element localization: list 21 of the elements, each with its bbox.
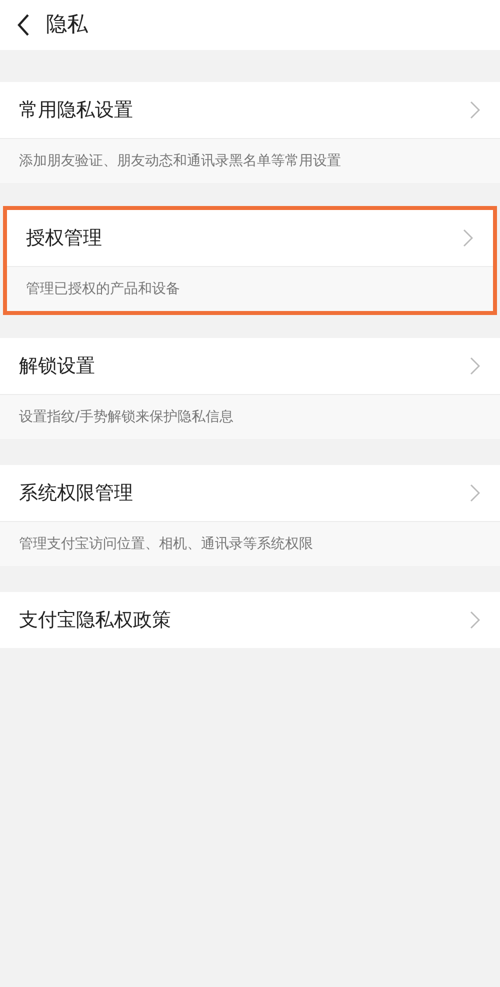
chevron-right-icon bbox=[463, 229, 473, 247]
row-title: 常用隐私设置 bbox=[19, 98, 133, 123]
row-title: 系统权限管理 bbox=[19, 480, 133, 506]
row-description: 设置指纹/手势解锁来保护隐私信息 bbox=[19, 408, 234, 426]
settings-row[interactable]: 系统权限管理 bbox=[0, 465, 500, 521]
row-description: 管理支付宝访问位置、相机、通讯录等系统权限 bbox=[19, 534, 313, 554]
chevron-right-icon bbox=[470, 357, 480, 375]
chevron-right-icon bbox=[470, 611, 480, 629]
settings-row[interactable]: 解锁设置 bbox=[0, 338, 500, 394]
settings-row[interactable]: 支付宝隐私权政策 bbox=[0, 592, 500, 648]
row-title: 支付宝隐私权政策 bbox=[19, 608, 171, 633]
row-title: 授权管理 bbox=[26, 226, 102, 251]
chevron-right-icon bbox=[470, 484, 480, 502]
row-title: 解锁设置 bbox=[19, 354, 95, 379]
back-icon[interactable] bbox=[16, 13, 30, 37]
settings-row[interactable]: 常用隐私设置 bbox=[0, 82, 500, 138]
settings-row[interactable]: 授权管理 bbox=[7, 210, 493, 266]
row-description: 添加朋友验证、朋友动态和通讯录黑名单等常用设置 bbox=[19, 152, 341, 170]
row-description: 管理已授权的产品和设备 bbox=[26, 280, 180, 298]
chevron-right-icon bbox=[470, 101, 480, 119]
page-title: 隐私 bbox=[46, 11, 88, 38]
